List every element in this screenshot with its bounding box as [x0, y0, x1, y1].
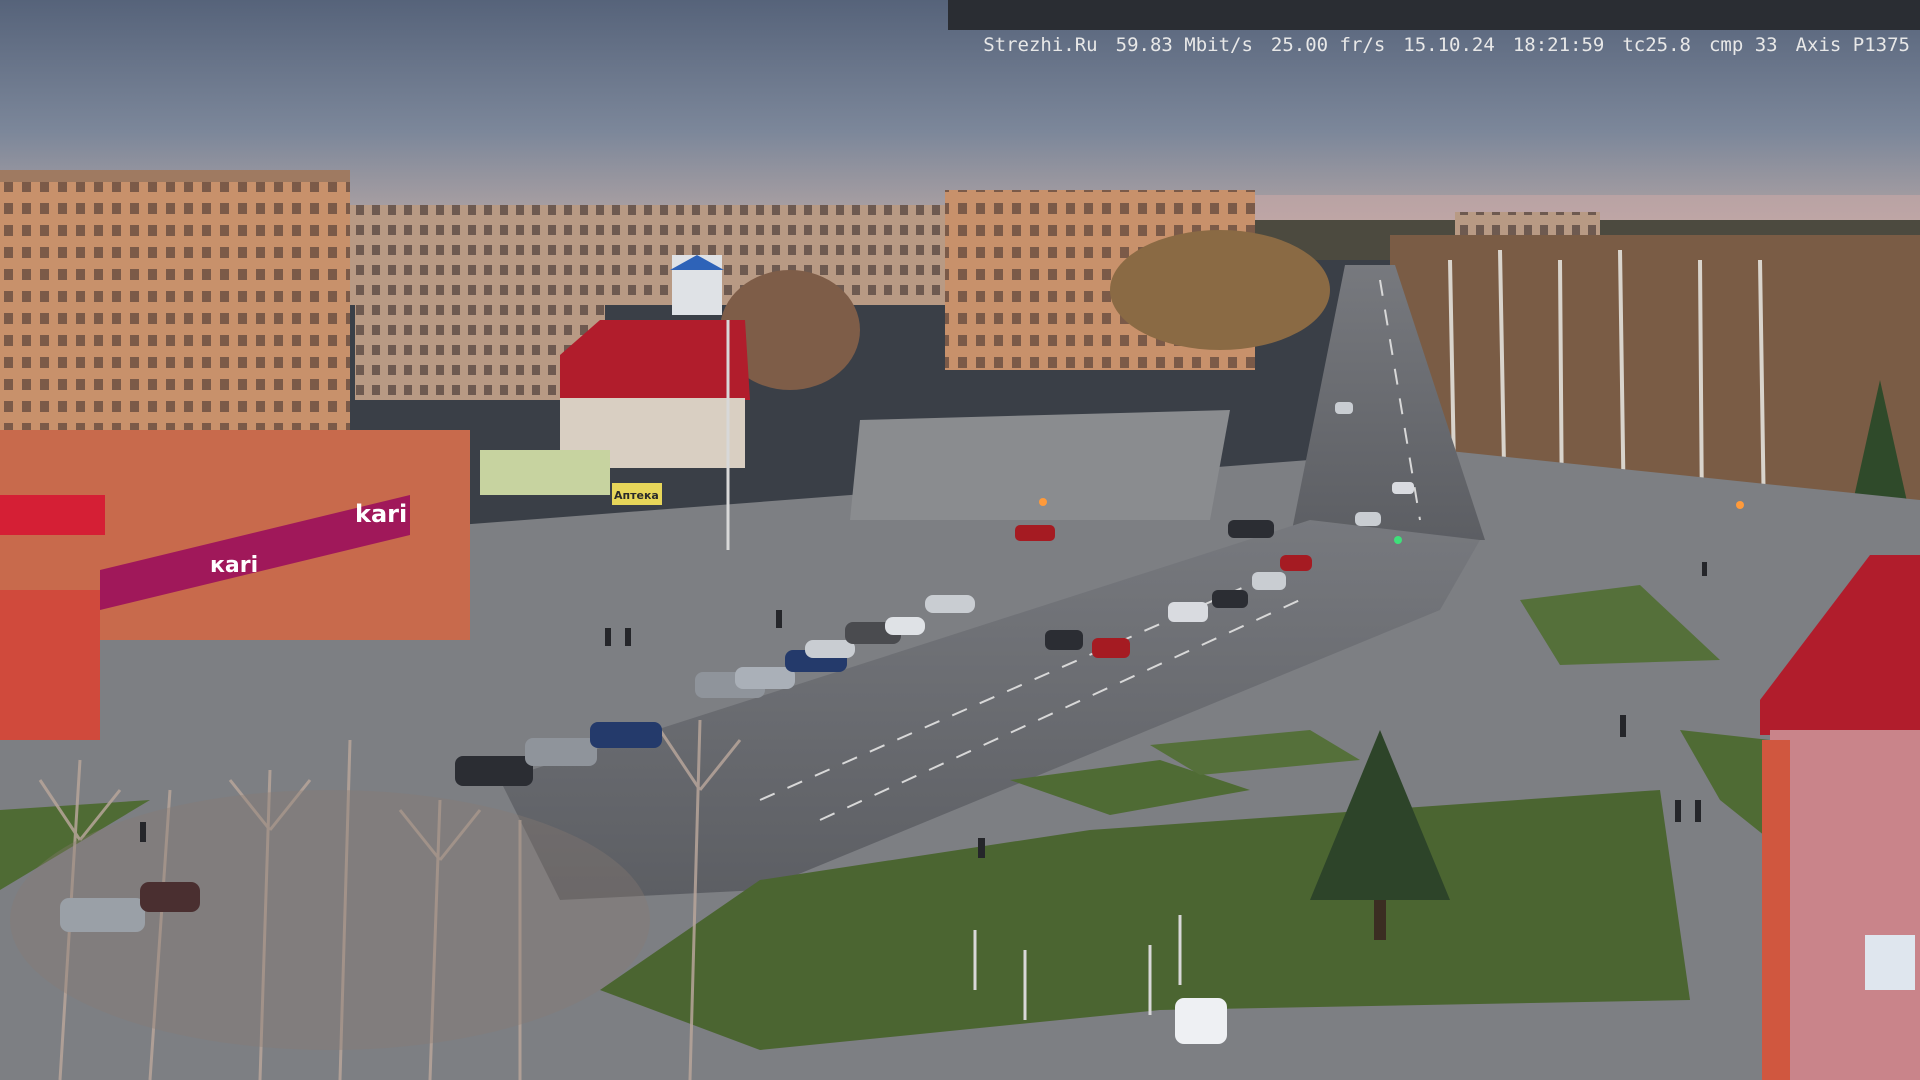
spruce-trunk	[1374, 900, 1386, 940]
kari-sign: kari	[355, 500, 407, 528]
overlay-framerate: 25.00 fr/s	[1270, 34, 1386, 56]
overlay-cmp: cmp 33	[1708, 34, 1778, 56]
camera-info-overlay: Strezhi.Ru 59.83 Mbit/s 25.00 fr/s 15.10.24…	[948, 0, 1920, 56]
building-left-roof	[0, 170, 350, 182]
right-building	[1770, 730, 1920, 1080]
red-roof	[560, 320, 750, 400]
trees-autumn-center	[1110, 230, 1330, 350]
overlay-time: 18:21:59	[1512, 34, 1605, 56]
overlay-bitrate: 59.83 Mbit/s	[1115, 34, 1253, 56]
overlay-model: Axis P1375	[1795, 34, 1910, 56]
overlay-tc: tc25.8	[1622, 34, 1691, 56]
kari-banner-text: кari	[210, 553, 258, 578]
right-building-window	[1865, 935, 1915, 990]
store-upper-band	[0, 495, 105, 535]
pharmacy-kiosk	[480, 450, 610, 495]
camera-scene: kari кari Аптека	[0, 0, 1920, 1080]
red-pavilion	[0, 590, 100, 740]
overlay-date: 15.10.24	[1403, 34, 1495, 56]
pharmacy-sign: Аптека	[614, 489, 659, 502]
right-building-banner	[1762, 740, 1790, 1080]
overlay-site: Strezhi.Ru	[983, 34, 1098, 56]
street-view-image: kari кari Аптека	[0, 0, 1920, 1080]
